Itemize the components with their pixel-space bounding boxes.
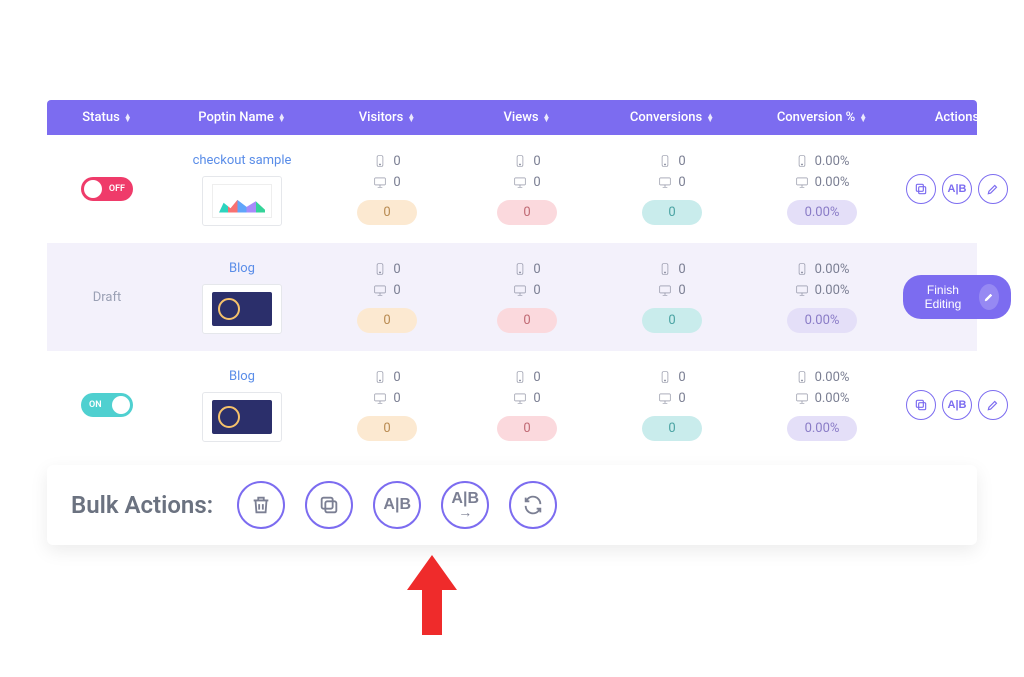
status-toggle-on[interactable]: ON [81, 393, 133, 417]
table-row: ON Blog 0 0 0 0 0 0 0 0 0 0.00% 0.00% 0.… [47, 351, 977, 459]
views-desktop: 0 [513, 175, 540, 190]
poptin-name-link[interactable]: Blog [229, 261, 255, 276]
views-total-pill: 0 [497, 416, 557, 441]
conversions-total-pill: 0 [642, 200, 702, 225]
conversions-total-pill: 0 [642, 308, 702, 333]
convpct-total-pill: 0.00% [787, 416, 858, 441]
edit-button[interactable] [978, 174, 1008, 204]
ab-test-button[interactable]: A|B [942, 390, 972, 420]
conversions-desktop: 0 [658, 175, 685, 190]
finish-editing-button[interactable]: Finish Editing [903, 275, 1011, 319]
visitors-desktop: 0 [373, 283, 400, 298]
visitors-mobile: 0 [373, 262, 400, 277]
views-desktop: 0 [513, 391, 540, 406]
bulk-ab-move-button[interactable]: A|B→ [441, 481, 489, 529]
trash-icon [250, 494, 272, 516]
views-mobile: 0 [513, 262, 540, 277]
pencil-icon [979, 284, 999, 310]
table-row: Draft Blog 0 0 0 0 0 0 0 0 0 0.00% 0.00%… [47, 243, 977, 351]
convpct-mobile: 0.00% [795, 262, 850, 277]
poptin-thumbnail[interactable] [202, 284, 282, 334]
table-row: OFF checkout sample 0 0 0 0 0 0 0 0 0 0.… [47, 135, 977, 243]
col-conversions[interactable]: Conversions [597, 100, 747, 135]
bulk-delete-button[interactable] [237, 481, 285, 529]
views-total-pill: 0 [497, 308, 557, 333]
status-toggle-off[interactable]: OFF [81, 177, 133, 201]
visitors-total-pill: 0 [357, 416, 417, 441]
status-draft-label: Draft [93, 290, 122, 305]
conversions-mobile: 0 [658, 370, 685, 385]
bulk-actions-title: Bulk Actions: [71, 491, 213, 519]
bulk-ab-button[interactable]: A|B [373, 481, 421, 529]
sort-icon [124, 114, 132, 122]
duplicate-button[interactable] [906, 174, 936, 204]
visitors-mobile: 0 [373, 370, 400, 385]
col-conv-pct[interactable]: Conversion % [747, 100, 897, 135]
convpct-desktop: 0.00% [795, 391, 850, 406]
visitors-mobile: 0 [373, 154, 400, 169]
convpct-total-pill: 0.00% [787, 200, 858, 225]
refresh-icon [522, 494, 544, 516]
views-desktop: 0 [513, 283, 540, 298]
poptin-thumbnail[interactable] [202, 392, 282, 442]
visitors-desktop: 0 [373, 175, 400, 190]
convpct-mobile: 0.00% [795, 370, 850, 385]
views-mobile: 0 [513, 370, 540, 385]
sort-icon [278, 114, 286, 122]
visitors-total-pill: 0 [357, 200, 417, 225]
conversions-total-pill: 0 [642, 416, 702, 441]
bulk-actions-bar: Bulk Actions: A|B A|B→ [47, 465, 977, 545]
convpct-mobile: 0.00% [795, 154, 850, 169]
convpct-desktop: 0.00% [795, 283, 850, 298]
col-views[interactable]: Views [457, 100, 597, 135]
col-actions: Actions [897, 100, 1017, 135]
convpct-total-pill: 0.00% [787, 308, 858, 333]
ab-test-button[interactable]: A|B [942, 174, 972, 204]
sort-icon [543, 114, 551, 122]
col-visitors[interactable]: Visitors [317, 100, 457, 135]
conversions-desktop: 0 [658, 283, 685, 298]
table-header-row: Status Poptin Name Visitors Views Conver… [47, 100, 977, 135]
conversions-desktop: 0 [658, 391, 685, 406]
conversions-mobile: 0 [658, 154, 685, 169]
col-name[interactable]: Poptin Name [167, 100, 317, 135]
sort-icon [859, 114, 867, 122]
bulk-refresh-button[interactable] [509, 481, 557, 529]
copy-icon [318, 494, 340, 516]
col-status[interactable]: Status [47, 100, 167, 135]
views-total-pill: 0 [497, 200, 557, 225]
visitors-desktop: 0 [373, 391, 400, 406]
duplicate-button[interactable] [906, 390, 936, 420]
bulk-duplicate-button[interactable] [305, 481, 353, 529]
poptin-thumbnail[interactable] [202, 176, 282, 226]
views-mobile: 0 [513, 154, 540, 169]
poptin-table: Status Poptin Name Visitors Views Conver… [47, 100, 977, 635]
conversions-mobile: 0 [658, 262, 685, 277]
poptin-name-link[interactable]: checkout sample [193, 153, 292, 168]
convpct-desktop: 0.00% [795, 175, 850, 190]
visitors-total-pill: 0 [357, 308, 417, 333]
arrow-right-icon: → [458, 505, 472, 519]
edit-button[interactable] [978, 390, 1008, 420]
poptin-name-link[interactable]: Blog [229, 369, 255, 384]
sort-icon [407, 114, 415, 122]
sort-icon [706, 114, 714, 122]
callout-arrow-icon [407, 555, 457, 635]
